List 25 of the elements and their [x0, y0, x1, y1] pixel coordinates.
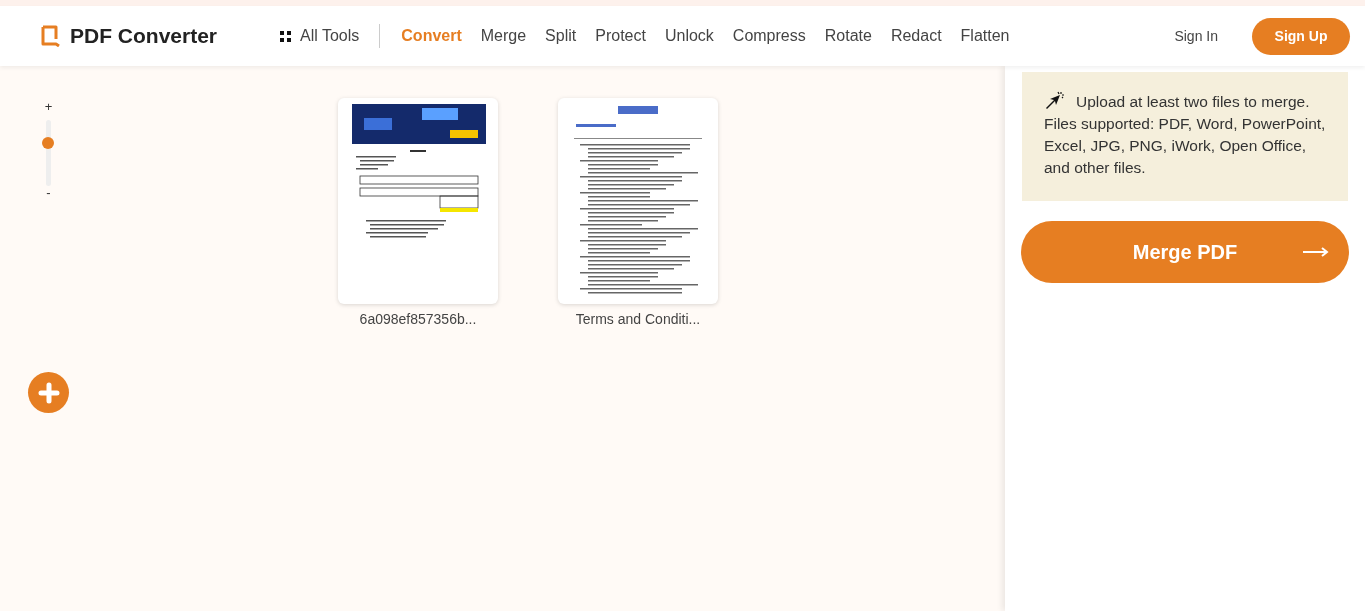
hint-text: Upload at least two files to merge. Files supported: PDF, Word, PowerPoint, Excel, JPG, PNG, iWork, Open Office, and other files. [1044, 90, 1326, 179]
nav-link[interactable]: Redact [890, 24, 942, 48]
all-tools-button[interactable]: All Tools [280, 24, 381, 48]
zoom-in-label: + [44, 100, 53, 114]
nav-link[interactable]: Flatten [960, 24, 1010, 48]
add-file-button[interactable] [28, 372, 69, 413]
file-name: Terms and Conditi... [575, 310, 701, 329]
file-name: 6a098ef857356b... [359, 310, 477, 329]
nav-link[interactable]: Rotate [824, 24, 872, 48]
nav-link[interactable]: Unlock [664, 24, 714, 48]
nav-link[interactable]: Compress [732, 24, 806, 48]
file-card[interactable] [338, 98, 498, 304]
arrow-right-icon [1303, 247, 1329, 257]
sign-in-link[interactable]: Sign In [1174, 25, 1218, 47]
cursor-click-icon [1044, 90, 1066, 110]
nav-link[interactable]: Merge [480, 24, 527, 48]
file-card[interactable] [558, 98, 718, 304]
zoom-slider-thumb[interactable] [42, 137, 54, 150]
logo-icon [40, 25, 60, 47]
nav-link[interactable]: Protect [595, 24, 646, 48]
zoom-out-label: - [46, 186, 51, 200]
logo-text: PDF Converter [70, 23, 218, 50]
plus-icon [37, 381, 60, 404]
nav-link[interactable]: Split [545, 24, 577, 48]
grid-icon [280, 30, 291, 42]
